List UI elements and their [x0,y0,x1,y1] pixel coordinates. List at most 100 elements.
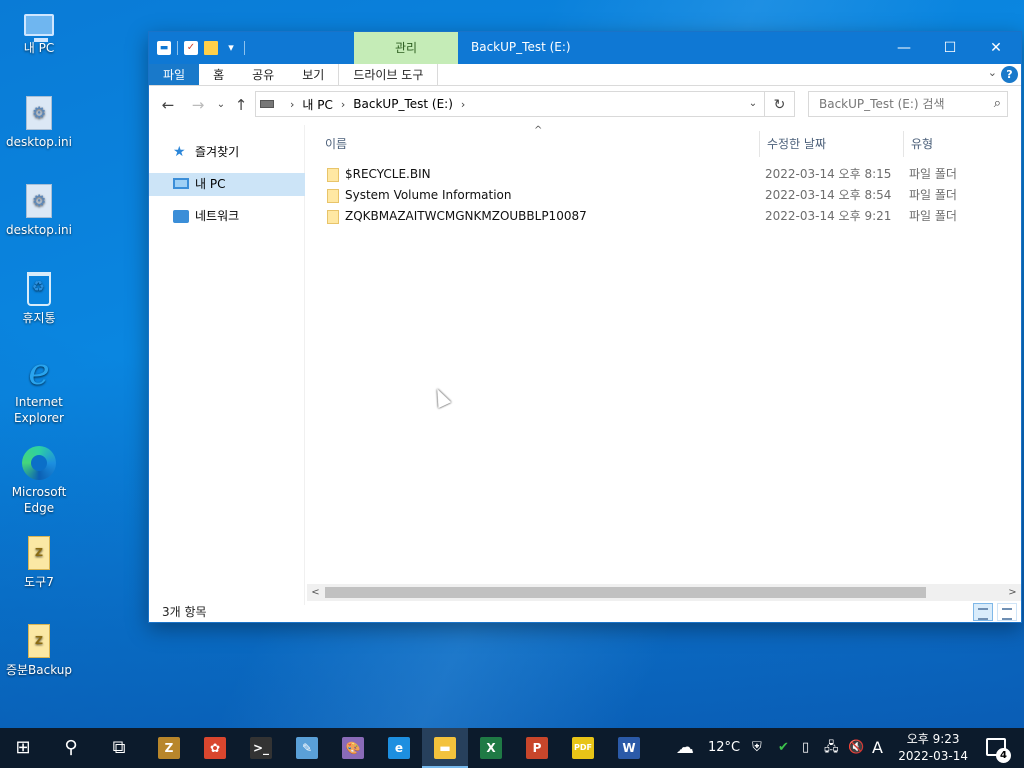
breadcrumb-separator[interactable]: › [290,98,294,111]
refresh-button[interactable]: ↻ [765,91,795,117]
nav-item-network[interactable]: 네트워크 [149,205,305,228]
scroll-left-button[interactable]: < [307,584,324,601]
tab-view[interactable]: 보기 [288,64,338,85]
expand-ribbon-icon[interactable]: ⌄ [988,66,997,79]
horizontal-scrollbar[interactable]: < > [307,584,1021,601]
desktop-icon-label: 휴지통 [22,311,56,325]
taskbar-app-button[interactable]: X [468,728,514,768]
forward-button[interactable]: → [189,96,207,114]
internet-explorer-icon: e [28,352,50,393]
desktop-icon-recycle-bin[interactable]: 휴지통 [0,272,78,326]
taskbar-app-button[interactable]: PDF [560,728,606,768]
weather-icon[interactable]: ☁ [676,728,694,768]
properties-icon[interactable]: ✓ [184,41,198,55]
clock[interactable]: 오후 9:23 2022-03-14 [898,731,968,765]
tab-manage[interactable]: 관리 [354,32,458,64]
help-icon[interactable]: ? [1001,66,1018,83]
taskbar-app-button[interactable]: 🎨 [330,728,376,768]
new-folder-icon[interactable] [204,41,218,55]
breadcrumb-drive[interactable]: BackUP_Test (E:) [353,97,453,111]
taskbar-app-button[interactable]: ✿ [192,728,238,768]
address-dropdown-icon[interactable]: ⌄ [742,92,764,116]
desktop-icon-tool7[interactable]: 도구7 [0,536,78,590]
address-bar[interactable]: › 내 PC › BackUP_Test (E:) › ⌄ [255,91,765,117]
powerpoint-icon: P [526,737,548,759]
desktop-icon-desktop-ini-2[interactable]: desktop.ini [0,184,78,238]
desktop-icon-edge[interactable]: Microsoft Edge [0,446,78,516]
column-header-name[interactable]: 이름 [307,131,759,157]
breadcrumb-separator[interactable]: › [461,98,465,111]
taskbar-app-button[interactable]: P [514,728,560,768]
edge-icon [22,446,56,480]
desktop-icon-internet-explorer[interactable]: e Internet Explorer [0,352,78,426]
desktop-icon-desktop-ini-1[interactable]: desktop.ini [0,96,78,150]
taskbar-app-button[interactable]: ▬ [422,728,468,768]
search-placeholder: BackUP_Test (E:) 검색 [819,97,945,111]
large-icons-view-button[interactable] [997,603,1017,621]
taskbar-app-button[interactable]: e [376,728,422,768]
ribbon-tabs: 파일 홈 공유 보기 드라이브 도구 ⌄ ? [149,64,1021,86]
task-view-button[interactable]: ⧉ [96,728,142,768]
desktop-icon-label: desktop.ini [6,135,72,149]
network-status-icon[interactable]: 🖧 [824,728,839,768]
drive-icon[interactable]: ▬ [157,41,171,55]
scroll-right-button[interactable]: > [1004,584,1021,601]
folder-icon [327,189,339,203]
tab-share[interactable]: 공유 [238,64,288,85]
file-row[interactable]: System Volume Information 2022-03-14 오후 … [323,185,1017,206]
maximize-button[interactable]: ☐ [927,32,973,64]
file-row[interactable]: $RECYCLE.BIN 2022-03-14 오후 8:15 파일 폴더 [323,164,1017,185]
computer-icon [24,14,54,42]
scroll-thumb[interactable] [325,587,926,598]
taskbar-app-button[interactable]: W [606,728,652,768]
search-input[interactable]: BackUP_Test (E:) 검색 ⌕ [808,91,1008,117]
close-button[interactable]: ✕ [973,32,1019,64]
file-name: ZQKBMAZAITWCMGNKMZOUBBLP10087 [345,209,587,223]
column-header-type[interactable]: 유형 [893,131,1013,157]
excel-icon: X [480,737,502,759]
tray-shield-icon[interactable]: ⛨ [752,728,762,768]
weather-temperature[interactable]: 12°C [708,728,740,768]
paint-app-icon: ✿ [204,737,226,759]
taskbar-app-button[interactable]: ✎ [284,728,330,768]
notepad-icon: ✎ [296,737,318,759]
customize-toolbar-icon[interactable]: ▾ [224,41,238,55]
drive-icon [260,100,274,108]
desktop-icon-my-pc[interactable]: 내 PC [0,8,78,56]
start-button[interactable]: ⊞ [0,728,46,768]
file-type: 파일 폴더 [909,167,957,181]
taskbar-app-button[interactable]: >_ [238,728,284,768]
minimize-button[interactable]: — [881,32,927,64]
desktop-icon-incremental-backup[interactable]: 증분Backup [0,624,78,678]
title-bar[interactable]: ▬ ✓ ▾ 관리 BackUP_Test (E:) — ☐ ✕ [149,32,1021,64]
item-count: 3개 항목 [162,605,207,619]
tray-usb-icon[interactable]: ▯ [802,728,809,768]
toolbar-separator [177,41,178,55]
file-date: 2022-03-14 오후 8:54 [765,188,892,202]
back-button[interactable]: ← [159,96,177,114]
tab-home[interactable]: 홈 [199,64,238,85]
breadcrumb-separator[interactable]: › [341,98,345,111]
file-row[interactable]: ZQKBMAZAITWCMGNKMZOUBBLP10087 2022-03-14… [323,206,1017,227]
taskbar-app-button[interactable]: Z [146,728,192,768]
tab-file[interactable]: 파일 [149,64,200,85]
search-button[interactable]: ⚲ [48,728,94,768]
tool-app-icon: Z [158,737,180,759]
up-button[interactable]: ↑ [232,96,250,114]
navigation-bar: ← → ⌄ ↑ › 내 PC › BackUP_Test (E:) › ⌄ ↻ … [149,86,1021,124]
folder-zip-icon [28,536,50,570]
pdf-icon: PDF [572,737,594,759]
volume-muted-icon[interactable]: 🔇 [848,728,864,768]
desktop-icon-label-line1: Microsoft [11,485,67,499]
tray-security-icon[interactable]: ✔ [778,728,789,768]
folder-icon [327,210,339,224]
details-view-button[interactable] [973,603,993,621]
nav-item-quick-access[interactable]: ★ 즐겨찾기 [149,141,305,164]
breadcrumb-my-pc[interactable]: 내 PC [302,96,332,113]
column-header-date[interactable]: 수정한 날짜 [749,131,893,157]
tab-drive-tools[interactable]: 드라이브 도구 [338,64,439,85]
recent-locations-button[interactable]: ⌄ [212,96,230,114]
nav-item-my-pc[interactable]: 내 PC [149,173,305,196]
file-list: ^ 이름 수정한 날짜 유형 $RECYCLE.BIN 2022-03-14 오… [307,125,1021,587]
input-method-indicator[interactable]: A [872,728,883,768]
